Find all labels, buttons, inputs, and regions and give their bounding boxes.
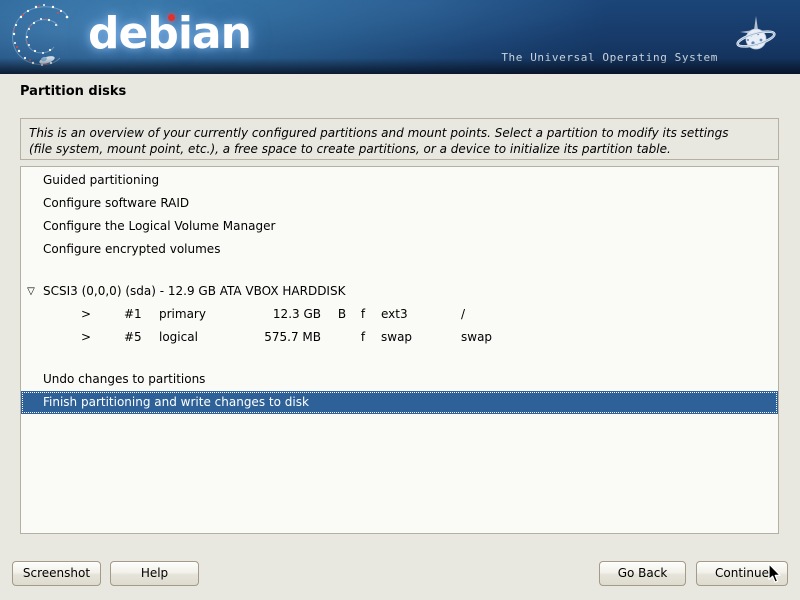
partition-marker: > (81, 307, 92, 321)
partition-type: primary (159, 307, 206, 321)
partition-boot-flag: B (337, 307, 347, 321)
chevron-down-icon[interactable]: ▽ (23, 280, 39, 303)
help-button[interactable]: Help (110, 561, 199, 586)
description-line-2: (file system, mount point, etc.), a free… (29, 142, 671, 156)
partition-filesystem: swap (381, 330, 413, 344)
partition-format-flag: f (360, 307, 366, 321)
description-line-1: This is an overview of your currently co… (29, 126, 729, 140)
menu-item-undo-changes[interactable]: Undo changes to partitions (21, 368, 778, 391)
partition-type: logical (159, 330, 198, 344)
debian-swirl-icon (12, 4, 69, 66)
disk-device-label: SCSI3 (0,0,0) (sda) - 12.9 GB ATA VBOX H… (43, 284, 346, 298)
partition-number: #1 (124, 307, 142, 321)
menu-item-label: Configure the Logical Volume Manager (43, 219, 276, 233)
partition-row[interactable]: > #5 logical 575.7 MB f swap swap (21, 326, 778, 349)
debian-tagline: The Universal Operating System (501, 51, 718, 64)
go-back-button[interactable]: Go Back (599, 561, 686, 586)
disk-device-row[interactable]: ▽ SCSI3 (0,0,0) (sda) - 12.9 GB ATA VBOX… (21, 280, 778, 303)
menu-item-label: Configure software RAID (43, 196, 190, 210)
description-box: This is an overview of your currently co… (20, 118, 779, 160)
screenshot-button[interactable]: Screenshot (12, 561, 101, 586)
partition-number: #5 (124, 330, 142, 344)
partition-list-panel[interactable]: Guided partitioning Configure software R… (20, 166, 779, 534)
partition-size: 12.3 GB (272, 307, 321, 321)
partition-mountpoint: / (461, 307, 466, 321)
saturn-planet-icon (736, 16, 776, 50)
partition-size: 575.7 MB (264, 330, 321, 344)
page-title: Partition disks (20, 84, 127, 99)
menu-item-label: Finish partitioning and write changes to… (43, 395, 309, 409)
menu-item-configure-encrypted-volumes[interactable]: Configure encrypted volumes (21, 238, 778, 261)
partition-marker: > (81, 330, 92, 344)
menu-item-label: Guided partitioning (43, 173, 160, 187)
menu-item-label: Configure encrypted volumes (43, 242, 221, 256)
menu-item-finish-partitioning[interactable]: Finish partitioning and write changes to… (21, 391, 778, 414)
menu-item-guided-partitioning[interactable]: Guided partitioning (21, 169, 778, 192)
menu-item-label: Undo changes to partitions (43, 372, 206, 386)
debian-wordmark-dot (168, 14, 175, 21)
debian-banner: debian The Universal Operating System (0, 0, 800, 74)
partition-format-flag: f (360, 330, 366, 344)
menu-item-configure-lvm[interactable]: Configure the Logical Volume Manager (21, 215, 778, 238)
partition-filesystem: ext3 (381, 307, 408, 321)
menu-item-configure-software-raid[interactable]: Configure software RAID (21, 192, 778, 215)
partition-row[interactable]: > #1 primary 12.3 GB B f ext3 / (21, 303, 778, 326)
partition-mountpoint: swap (461, 330, 493, 344)
continue-button[interactable]: Continue (696, 561, 788, 586)
